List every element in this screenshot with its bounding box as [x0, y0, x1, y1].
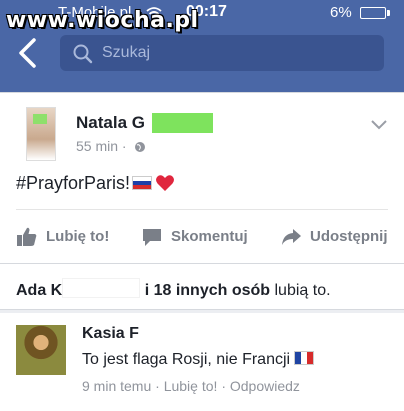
- comment-meta: 9 min temu · Lubię to! · Odpowiedz: [82, 378, 300, 394]
- battery-icon: [360, 7, 390, 19]
- likers-count: i 18 innych osób: [144, 282, 271, 299]
- comment-text: To jest flaga Rosji, nie Francji: [82, 351, 315, 369]
- search-icon: [73, 44, 93, 64]
- post-meta: 55 min ·: [76, 138, 146, 154]
- comment-like-link[interactable]: Lubię to!: [164, 378, 218, 394]
- comment-time: 9 min temu: [82, 378, 152, 394]
- divider: [16, 209, 388, 210]
- chevron-down-icon[interactable]: [370, 119, 388, 131]
- liker-name: Ada K: [16, 282, 63, 299]
- comment-reply-link[interactable]: Odpowiedz: [230, 378, 300, 394]
- author-avatar[interactable]: [26, 107, 56, 161]
- post-author-name[interactable]: Natala G: [76, 113, 145, 133]
- likes-suffix: lubią to.: [274, 282, 331, 299]
- share-label: Udostępnij: [310, 228, 388, 245]
- redaction-block: [62, 278, 141, 298]
- header-bar: T-Mobile.pl 00:17 6% www.wiocha.pl: [0, 0, 404, 92]
- heart-icon: [156, 175, 175, 191]
- post-card: Natala G 55 min · #PrayforParis! Lubię t…: [0, 92, 404, 263]
- russia-flag-icon: [132, 176, 153, 190]
- post-actions: Lubię to! Skomentuj Udostępnij: [0, 219, 404, 255]
- meta-separator: ·: [155, 378, 160, 394]
- post-hashtag[interactable]: #PrayforParis!: [16, 173, 130, 193]
- meta-separator: ·: [221, 378, 226, 394]
- redaction-block: [152, 113, 213, 133]
- watermark: www.wiocha.pl: [6, 8, 199, 33]
- likes-summary[interactable]: Ada K i 18 innych osób lubią to.: [0, 263, 404, 310]
- like-label: Lubię to!: [46, 228, 110, 245]
- comment-item: Kasia F To jest flaga Rosji, nie Francji…: [0, 313, 404, 411]
- share-icon: [282, 229, 301, 245]
- comment-icon: [143, 229, 161, 246]
- comment-body: To jest flaga Rosji, nie Francji: [82, 351, 291, 368]
- likes-text: Ada K i 18 innych osób lubią to.: [16, 278, 331, 300]
- commenter-avatar[interactable]: [16, 325, 66, 375]
- back-icon[interactable]: [14, 36, 42, 70]
- search-input[interactable]: [102, 40, 372, 66]
- globe-icon: [135, 142, 146, 152]
- comment-label: Skomentuj: [171, 228, 248, 245]
- search-bar[interactable]: [60, 35, 384, 71]
- battery-percent: 6%: [330, 4, 352, 21]
- like-icon: [17, 227, 37, 246]
- post-text: #PrayforParis!: [16, 173, 175, 194]
- commenter-name[interactable]: Kasia F: [82, 325, 139, 343]
- france-flag-icon: [294, 351, 315, 365]
- post-time[interactable]: 55 min: [76, 138, 118, 154]
